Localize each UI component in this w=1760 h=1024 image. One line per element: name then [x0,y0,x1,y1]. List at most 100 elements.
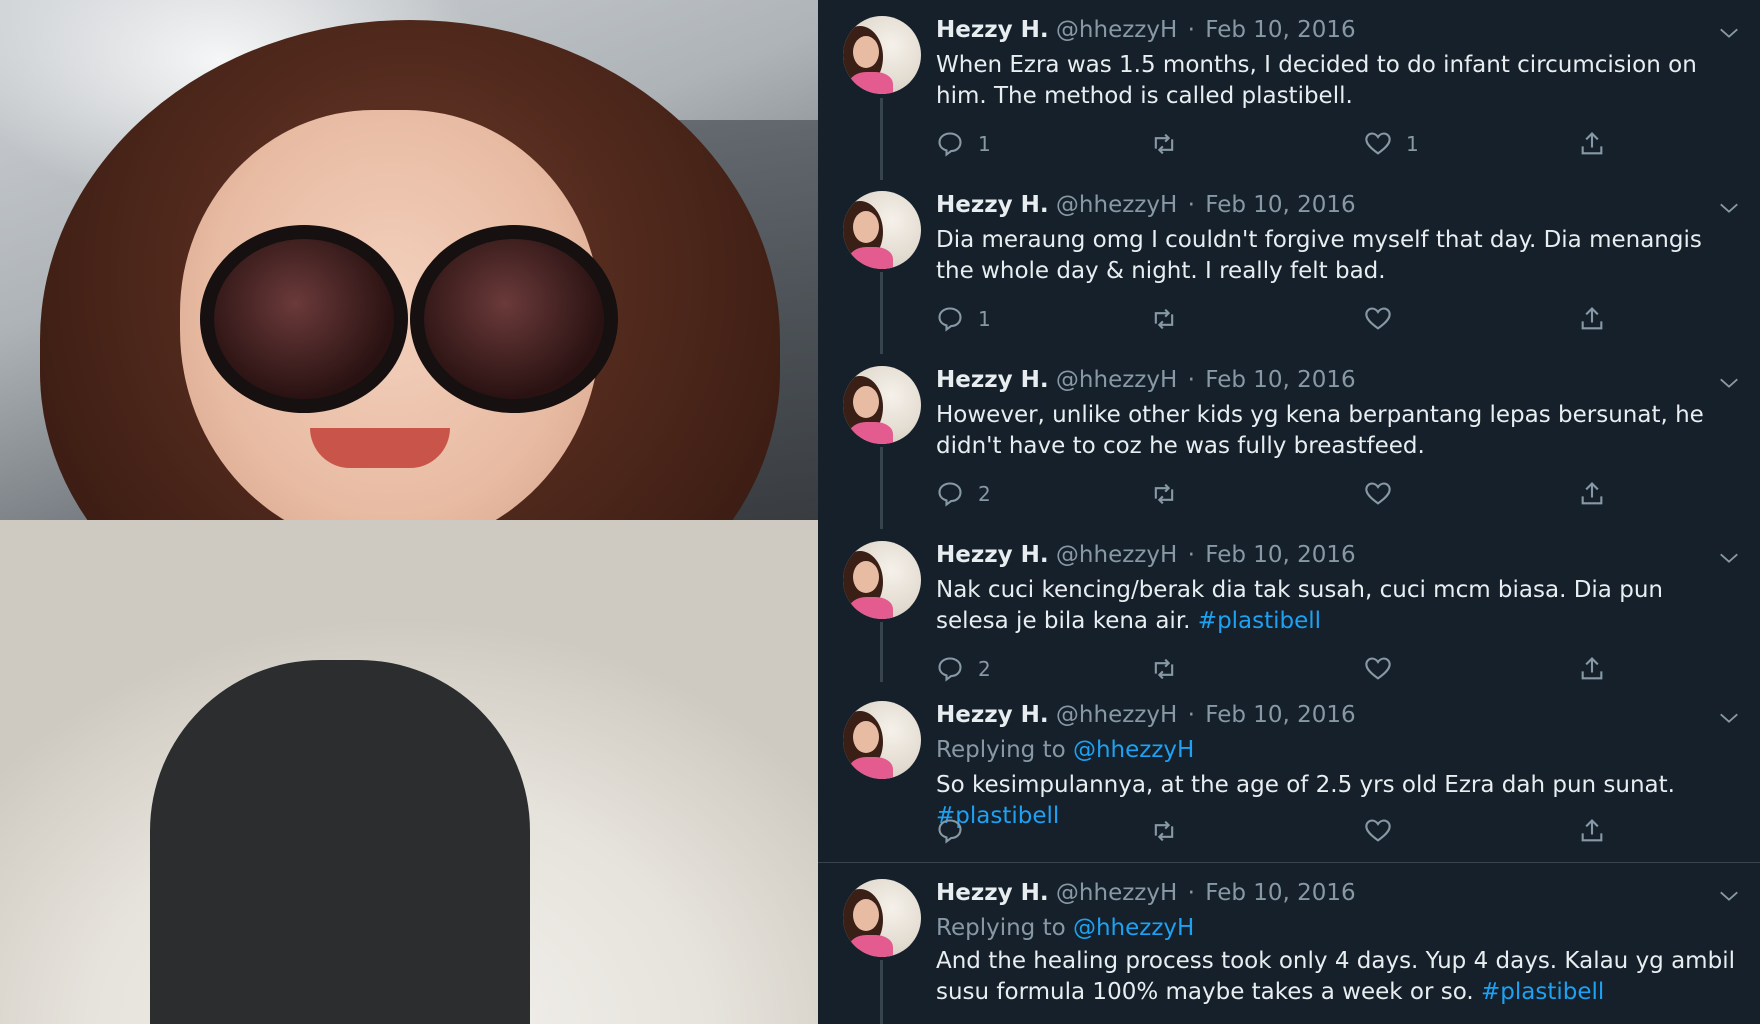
reply-icon [938,307,962,332]
timestamp[interactable]: Feb 10, 2016 [1205,367,1355,393]
handle[interactable]: @hhezzyH [1056,542,1177,568]
thread-line [880,447,883,529]
timestamp[interactable]: Feb 10, 2016 [1205,880,1355,906]
display-name[interactable]: Hezzy H. [936,192,1049,218]
handle[interactable]: @hhezzyH [1056,192,1177,218]
tweet-body: However, unlike other kids yg kena berpa… [936,402,1704,459]
avatar[interactable] [843,366,921,444]
avatar[interactable] [843,191,921,269]
avatar[interactable] [843,541,921,619]
handle[interactable]: @hhezzyH [1056,880,1177,906]
retweet-button[interactable] [1150,304,1178,334]
replying-label: Replying to [936,915,1073,941]
retweet-icon [1154,133,1174,155]
like-count: 1 [1406,132,1419,156]
timestamp[interactable]: Feb 10, 2016 [1205,192,1355,218]
chevron-down-icon[interactable] [1718,22,1740,44]
share-icon [1581,657,1603,680]
hashtag-link[interactable]: #plastibell [1198,608,1321,634]
handle[interactable]: @hhezzyH [1056,17,1177,43]
like-button[interactable]: 1 [1364,129,1419,159]
tweet-header: Hezzy H. @hhezzyH · Feb 10, 2016 [936,880,1356,906]
separator-dot: · [1187,542,1195,568]
tweet-body: So kesimpulannya, at the age of 2.5 yrs … [936,772,1675,798]
reply-button[interactable]: 2 [936,479,991,509]
share-button[interactable] [1578,816,1606,846]
hashtag-link[interactable]: #plastibell [1481,979,1604,1005]
tweet-body: When Ezra was 1.5 months, I decided to d… [936,52,1697,109]
tweet-header: Hezzy H. @hhezzyH · Feb 10, 2016 [936,702,1356,728]
timestamp[interactable]: Feb 10, 2016 [1205,17,1355,43]
retweet-button[interactable] [1150,816,1178,846]
avatar[interactable] [843,879,921,957]
handle[interactable]: @hhezzyH [1056,702,1177,728]
share-icon [1581,307,1603,330]
retweet-button[interactable] [1150,129,1178,159]
share-icon [1581,132,1603,155]
avatar[interactable] [843,16,921,94]
heart-icon [1365,307,1391,330]
share-button[interactable] [1578,479,1606,509]
reply-button[interactable]: 1 [936,304,991,334]
mention-link[interactable]: @hhezzyH [1073,737,1194,763]
heart-icon [1365,819,1391,842]
thread-line [880,960,883,1024]
display-name[interactable]: Hezzy H. [936,880,1049,906]
tweet-actions: 2 [936,654,1656,684]
share-button[interactable] [1578,304,1606,334]
like-button[interactable] [1364,479,1406,509]
retweet-icon [1154,483,1174,505]
replying-to: Replying to @hhezzyH [936,737,1194,763]
display-name[interactable]: Hezzy H. [936,702,1049,728]
chevron-down-icon[interactable] [1718,547,1740,569]
reply-count: 2 [978,657,991,681]
share-button[interactable] [1578,129,1606,159]
timestamp[interactable]: Feb 10, 2016 [1205,542,1355,568]
tweet-text: Dia meraung omg I couldn't forgive mysel… [936,225,1736,287]
chevron-down-icon[interactable] [1718,885,1740,907]
heart-icon [1365,132,1391,155]
thread-line [880,272,883,354]
avatar[interactable] [843,701,921,779]
display-name[interactable]: Hezzy H. [936,17,1049,43]
tweet-text: However, unlike other kids yg kena berpa… [936,400,1736,462]
black-top [150,660,530,1024]
chevron-down-icon[interactable] [1718,197,1740,219]
mention-link[interactable]: @hhezzyH [1073,915,1194,941]
like-button[interactable] [1364,816,1406,846]
tweet-divider [818,862,1760,863]
tweet-actions: 1 [936,304,1656,334]
separator-dot: · [1187,367,1195,393]
reply-icon [938,657,962,682]
tweet-text: When Ezra was 1.5 months, I decided to d… [936,50,1736,112]
reply-count: 1 [978,307,991,331]
like-button[interactable] [1364,304,1406,334]
reply-button[interactable]: 1 [936,129,991,159]
display-name[interactable]: Hezzy H. [936,367,1049,393]
tweet-actions [936,816,1656,846]
sunglasses-left-lens [200,225,408,413]
tweet-timeline: Hezzy H. @hhezzyH · Feb 10, 2016 When Ez… [818,0,1760,1024]
replying-label: Replying to [936,737,1073,763]
handle[interactable]: @hhezzyH [1056,367,1177,393]
tweet-text: Nak cuci kencing/berak dia tak susah, cu… [936,575,1736,637]
reply-count: 2 [978,482,991,506]
retweet-button[interactable] [1150,654,1178,684]
retweet-button[interactable] [1150,479,1178,509]
separator-dot: · [1187,880,1195,906]
chevron-down-icon[interactable] [1718,707,1740,729]
like-button[interactable] [1364,654,1406,684]
reply-button[interactable]: 2 [936,654,991,684]
heart-icon [1365,482,1391,505]
tweet-header: Hezzy H. @hhezzyH · Feb 10, 2016 [936,192,1356,218]
retweet-icon [1154,820,1174,842]
thread-line [880,98,883,180]
display-name[interactable]: Hezzy H. [936,542,1049,568]
timestamp[interactable]: Feb 10, 2016 [1205,702,1355,728]
share-button[interactable] [1578,654,1606,684]
reply-button[interactable] [936,816,978,846]
tweet-body: And the healing process took only 4 days… [936,948,1735,1005]
chevron-down-icon[interactable] [1718,372,1740,394]
reply-count: 1 [978,132,991,156]
tweet-header: Hezzy H. @hhezzyH · Feb 10, 2016 [936,367,1356,393]
